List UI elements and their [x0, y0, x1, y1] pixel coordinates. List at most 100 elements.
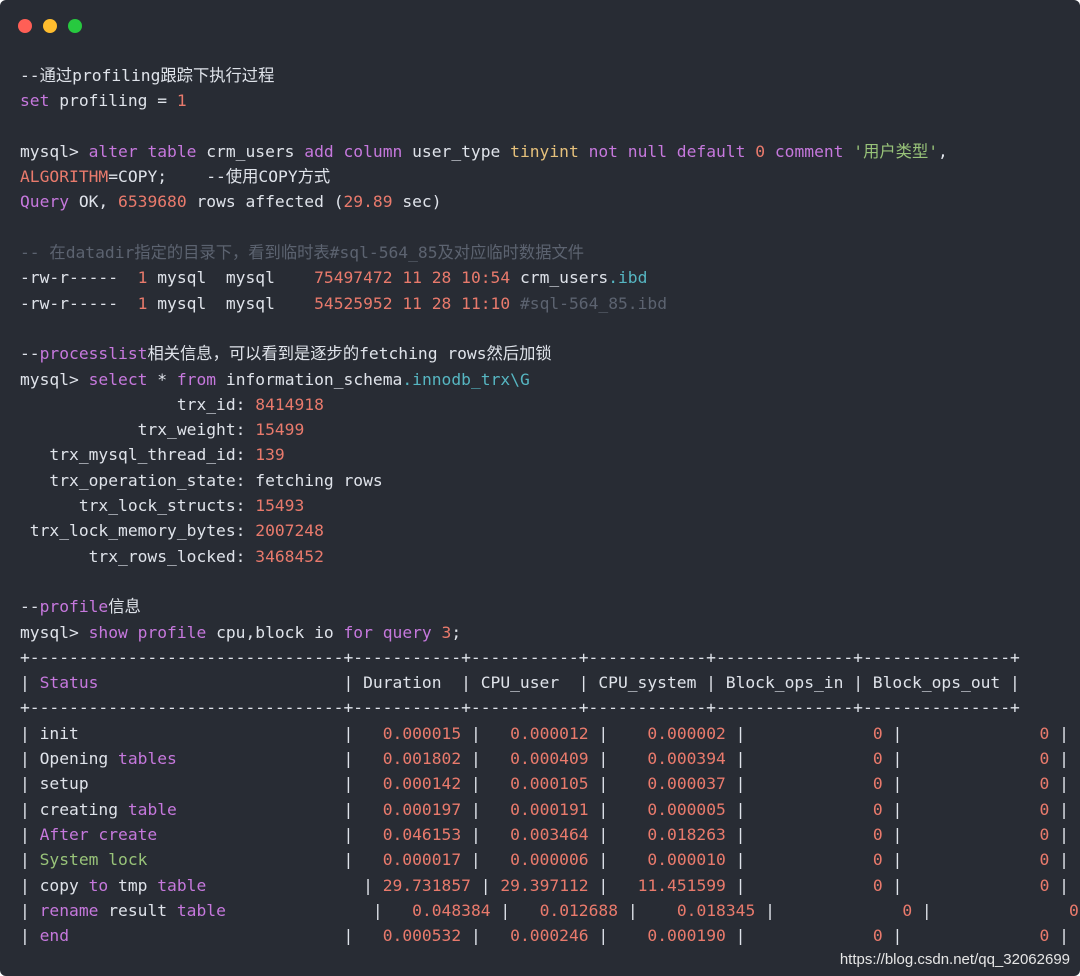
keyword: show profile	[88, 622, 207, 642]
keyword: for query	[343, 622, 432, 642]
table-border: +--------------------------------+------…	[20, 695, 1080, 720]
comment-text: 信息	[108, 597, 141, 617]
table-pipe: |	[20, 673, 40, 693]
trx-field-label: trx_operation_state:	[20, 470, 256, 490]
row-pad	[206, 876, 363, 895]
cell-cpu-user: 0.000006	[490, 850, 589, 870]
file-date: 11 28	[392, 293, 462, 313]
watermark-url: https://blog.csdn.net/qq_32062699	[839, 951, 1070, 968]
table-row: | System lock | 0.000017 | 0.000006 | 0.…	[20, 850, 1069, 870]
row-status-keyword: table	[176, 900, 226, 920]
trx-field-value: fetching rows	[255, 470, 383, 490]
cell-block-ops-in: 0	[784, 900, 913, 920]
keyword: processlist	[39, 344, 148, 364]
cell-cpu-system: 0.000037	[618, 774, 726, 794]
code-line-select: mysql> select * from information_schema.…	[20, 367, 1080, 392]
row-pad	[79, 724, 344, 743]
cell-cpu-user: 29.397112	[500, 875, 589, 895]
cell-block-ops-in: 0	[755, 774, 883, 794]
comment-text: --	[20, 597, 40, 617]
cell-cpu-system: 0.018345	[647, 900, 756, 920]
terminal-window: --通过profiling跟踪下执行过程 set profiling = 1 my…	[0, 0, 1080, 976]
table-border: +--------------------------------+------…	[20, 645, 1080, 670]
cell-cpu-user: 0.000191	[490, 799, 589, 819]
cell-block-ops-out: 0	[941, 900, 1079, 920]
number: 6539680	[118, 192, 187, 212]
file-date: 11 28	[392, 268, 462, 288]
row-pad	[147, 850, 343, 869]
cell-cpu-user: 0.012688	[519, 900, 619, 920]
mysql-prompt: mysql>	[20, 369, 89, 389]
code-line-set-profiling: set profiling = 1	[20, 88, 1080, 113]
cell-cpu-user: 0.003464	[490, 824, 589, 844]
keyword: not null default	[588, 141, 746, 161]
cell-cpu-system: 0.018263	[618, 824, 726, 844]
minimize-button[interactable]	[43, 19, 57, 33]
keyword: add column	[304, 141, 403, 161]
trx-field-label: trx_weight:	[20, 420, 256, 440]
cell-block-ops-out: 0	[912, 749, 1050, 769]
trx-field-row: trx_operation_state: fetching rows	[20, 468, 1080, 493]
mysql-prompt: mysql>	[20, 141, 89, 161]
cell-block-ops-in: 0	[755, 749, 883, 769]
trx-field-row: trx_weight: 15499	[20, 417, 1080, 442]
trx-field-row: trx_lock_structs: 15493	[20, 493, 1080, 518]
cell-duration: 0.000197	[363, 799, 462, 819]
keyword: profile	[39, 597, 109, 617]
row-pad	[226, 901, 373, 920]
code-line-profile-comment: --profile信息	[20, 594, 1080, 619]
cell-block-ops-out: 0	[912, 799, 1050, 819]
code-line-query-ok: Query OK, 6539680 rows affected (29.89 s…	[20, 189, 1080, 214]
close-button[interactable]	[18, 19, 32, 33]
code-text: user_type	[402, 141, 511, 161]
cell-block-ops-in: 0	[755, 824, 883, 844]
row-status: After create	[39, 824, 158, 844]
code-text: ,	[938, 141, 948, 161]
cell-duration: 29.731857	[382, 875, 471, 895]
keyword: alter table	[88, 141, 197, 161]
code-text: =COPY; --使用COPY方式	[108, 167, 331, 187]
number: 0	[755, 141, 766, 161]
code-text: profiling =	[49, 91, 177, 111]
row-status: copy	[39, 875, 89, 895]
trx-field-value: 15499	[255, 420, 305, 440]
cell-duration: 0.048384	[392, 900, 491, 920]
code-text: crm_users	[196, 141, 305, 161]
file-extension: .ibd	[608, 268, 648, 288]
file-links: 1	[137, 293, 148, 313]
table-row: | Opening tables | 0.001802 | 0.000409 |…	[20, 749, 1069, 769]
cell-block-ops-in: 0	[755, 799, 883, 819]
row-pad	[157, 825, 343, 844]
file-permissions: -rw-r-----	[20, 293, 138, 313]
cell-cpu-user: 0.000409	[490, 749, 589, 769]
keyword: comment	[774, 141, 844, 161]
mysql-prompt: mysql>	[20, 622, 89, 642]
zoom-button[interactable]	[68, 19, 82, 33]
cell-block-ops-in: 0	[755, 875, 883, 895]
keyword: set	[20, 91, 50, 111]
file-links: 1	[137, 268, 148, 288]
table-name: .innodb_trx\G	[402, 369, 530, 389]
table-row: | init | 0.000015 | 0.000012 | 0.000002 …	[20, 723, 1069, 743]
cell-block-ops-in: 0	[755, 926, 883, 946]
file-row: -rw-r----- 1 mysql mysql 75497472 11 28 …	[20, 265, 1080, 290]
code-line-comment-profiling: --通过profiling跟踪下执行过程	[20, 63, 1080, 88]
cell-block-ops-out: 0	[912, 875, 1050, 895]
trx-field-label: trx_rows_locked:	[20, 546, 256, 566]
code-text: rows affected (	[186, 192, 344, 212]
cell-duration: 0.001802	[363, 749, 462, 769]
cell-block-ops-in: 0	[755, 723, 883, 743]
table-row: | creating table | 0.000197 | 0.000191 |…	[20, 799, 1069, 819]
trx-field-value: 2007248	[255, 521, 324, 541]
table-row: | rename result table | 0.048384 | 0.012…	[20, 900, 1079, 920]
row-status-keyword: table	[157, 875, 207, 895]
row-status: Opening	[39, 749, 109, 769]
code-line-processlist-comment: --processlist相关信息，可以看到是逐步的fetching rows然…	[20, 341, 1080, 366]
row-status: end	[39, 926, 70, 946]
cell-duration: 0.000142	[363, 774, 462, 794]
code-text: ;	[451, 622, 462, 642]
table-row: | setup | 0.000142 | 0.000105 | 0.000037…	[20, 774, 1069, 794]
